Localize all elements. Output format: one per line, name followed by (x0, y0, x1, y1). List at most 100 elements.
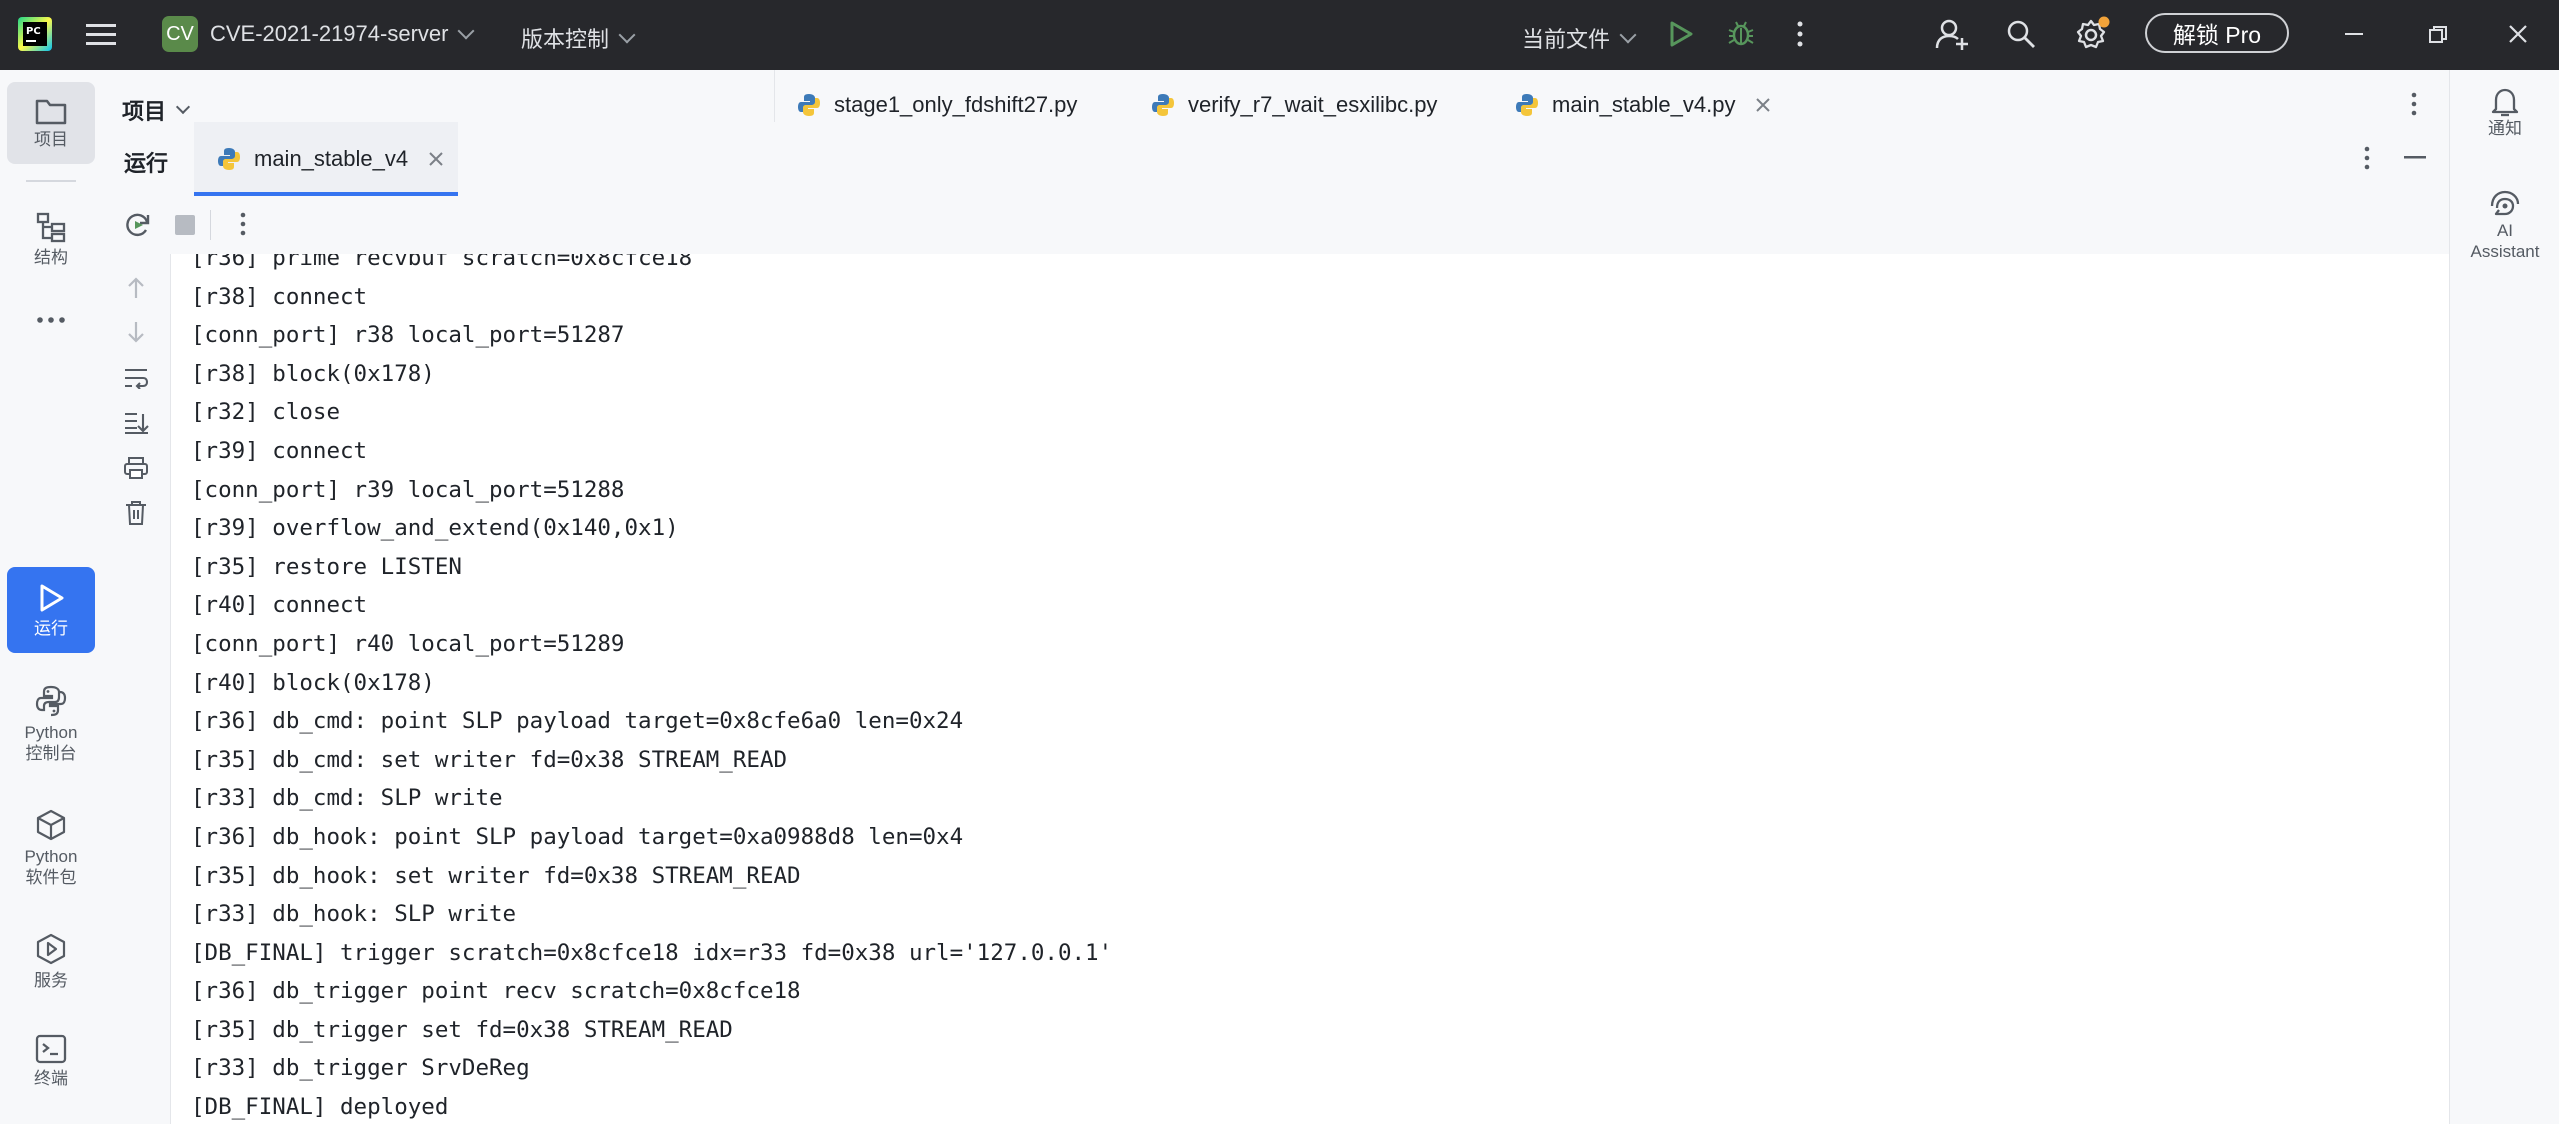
console-side-toolbar (102, 254, 171, 1124)
more-vertical-icon[interactable] (2411, 92, 2417, 116)
scroll-to-end-icon[interactable] (122, 409, 150, 437)
console-line: [r39] connect (191, 437, 368, 464)
console-line: [r36] db_cmd: point SLP payload target=0… (191, 708, 964, 735)
hide-panel-icon[interactable] (2404, 156, 2426, 160)
soft-wrap-icon[interactable] (122, 364, 150, 392)
console-line: [r36] db_hook: point SLP payload target=… (191, 823, 964, 850)
folder-icon (35, 99, 67, 124)
arrow-up-icon[interactable] (122, 274, 150, 302)
tool-label: 项目 (34, 129, 68, 149)
python-file-icon (1152, 94, 1174, 116)
console-line: [DB_FINAL] trigger scratch=0x8cfce18 idx… (191, 939, 1113, 966)
editor-tab[interactable]: verify_r7_wait_esxilibc.py (1150, 92, 1437, 118)
tool-label-line1: Python (24, 847, 78, 866)
run-tab-label: main_stable_v4 (254, 146, 409, 171)
more-vertical-icon[interactable] (240, 212, 246, 236)
close-tab-icon[interactable] (1755, 97, 1771, 113)
more-vertical-icon[interactable] (1796, 20, 1804, 48)
settings-icon[interactable] (2074, 16, 2110, 52)
console-line: [r36] db_trigger point recv scratch=0x8c… (191, 978, 801, 1005)
project-badge: CV (162, 16, 198, 52)
services-icon (36, 933, 66, 964)
project-switcher[interactable]: CV CVE-2021-21974-server (162, 16, 475, 52)
ai-assistant-button[interactable]: AI Assistant (2450, 188, 2559, 262)
editor-tab-bar: 项目 stage1_only_fdshift27.py verify_r7_wa… (102, 70, 2449, 124)
right-tool-strip: 通知 AI Assistant (2449, 70, 2559, 1124)
close-tab-icon[interactable] (428, 151, 444, 167)
more-horizontal-icon (37, 317, 65, 323)
print-icon[interactable] (122, 454, 150, 482)
run-tab-main-stable-v4[interactable]: main_stable_v4 (194, 122, 458, 196)
bell-icon (2491, 88, 2519, 117)
chevron-down-icon (618, 26, 636, 44)
python-packages-icon (36, 809, 66, 841)
ai-label-line2: Assistant (2470, 242, 2540, 261)
run-config-selector[interactable]: 当前文件 (1522, 22, 1637, 54)
search-icon[interactable] (2006, 19, 2036, 49)
pycharm-logo-icon[interactable]: PC (18, 17, 52, 51)
tool-label-line2: 软件包 (25, 868, 77, 887)
console-line: [r39] overflow_and_extend(0x140,0x1) (191, 515, 679, 542)
run-toolbar (102, 196, 2449, 255)
toolbar-divider (26, 180, 76, 182)
python-console-icon (35, 685, 67, 717)
tool-run-button[interactable]: 运行 (7, 567, 95, 653)
python-run-icon (218, 148, 240, 170)
console-line: [conn_port] r38 local_port=51287 (191, 322, 625, 349)
editor-tab-label: verify_r7_wait_esxilibc.py (1188, 92, 1438, 117)
tool-terminal-button[interactable]: 终端 (7, 1020, 95, 1102)
title-bar: PC CV CVE-2021-21974-server 版本控制 当前文件 解锁… (0, 0, 2559, 70)
unlock-pro-button[interactable]: 解锁 Pro (2145, 13, 2289, 53)
close-icon[interactable] (2508, 24, 2528, 44)
panel-divider (774, 70, 775, 122)
left-tool-strip: 项目 结构 运行 Python 控制台 Python 软件包 服务 终端 (0, 70, 103, 1124)
console-line: [r35] db_cmd: set writer fd=0x38 STREAM_… (191, 746, 788, 773)
tool-structure-button[interactable]: 结构 (7, 198, 95, 280)
console-lines: [r36] prime recvbuf scratch=0x8cfce18 [r3… (191, 254, 1112, 1124)
restore-icon[interactable] (2428, 25, 2448, 45)
minimize-icon[interactable] (2345, 33, 2363, 37)
debug-icon[interactable] (1726, 18, 1756, 48)
console-line: [r33] db_cmd: SLP write (191, 785, 503, 812)
rerun-icon[interactable] (124, 211, 152, 239)
tool-python-console-button[interactable]: Python 控制台 (7, 674, 95, 774)
svg-text:PC: PC (26, 26, 41, 37)
console-line: [r40] connect (191, 592, 368, 619)
console-output[interactable]: [r36] prime recvbuf scratch=0x8cfce18 [r3… (171, 254, 2449, 1124)
editor-tab-label: stage1_only_fdshift27.py (834, 92, 1078, 117)
console-line: [conn_port] r39 local_port=51288 (191, 476, 625, 503)
notifications-button[interactable]: 通知 (2450, 86, 2559, 139)
console-line: [r40] block(0x178) (191, 669, 435, 696)
tool-label: 服务 (34, 970, 68, 990)
tool-python-packages-button[interactable]: Python 软件包 (7, 796, 95, 900)
editor-tab-active[interactable]: main_stable_v4.py (1514, 92, 1771, 118)
vcs-label: 版本控制 (521, 27, 610, 52)
chevron-down-icon (175, 99, 191, 115)
tool-more-button[interactable] (7, 300, 95, 344)
console-line: [DB_FINAL] deployed (191, 1094, 449, 1121)
run-window-title: 运行 (124, 151, 169, 176)
console-line: [r33] db_hook: SLP write (191, 901, 517, 928)
add-user-icon[interactable] (1935, 18, 1969, 50)
tool-services-button[interactable]: 服务 (7, 920, 95, 1002)
run-icon[interactable] (1668, 20, 1694, 48)
python-file-icon (798, 94, 820, 116)
stop-icon[interactable] (174, 214, 196, 236)
editor-tab[interactable]: stage1_only_fdshift27.py (796, 92, 1077, 118)
terminal-icon (35, 1034, 67, 1063)
trash-icon[interactable] (122, 499, 150, 527)
more-vertical-icon[interactable] (2364, 146, 2370, 170)
console-line: [r35] db_hook: set writer fd=0x38 STREAM… (191, 862, 801, 889)
console-line: [r32] close (191, 399, 341, 426)
tool-label: 终端 (34, 1068, 68, 1088)
console-line: [r35] db_trigger set fd=0x38 STREAM_READ (191, 1016, 733, 1043)
arrow-down-icon[interactable] (122, 318, 150, 346)
vcs-menu[interactable]: 版本控制 (521, 22, 636, 54)
run-icon (40, 584, 64, 611)
console-line: [r35] restore LISTEN (191, 553, 462, 580)
console-line: [conn_port] r40 local_port=51289 (191, 630, 625, 657)
tool-project-button[interactable]: 项目 (7, 82, 95, 164)
run-config-label: 当前文件 (1522, 27, 1611, 52)
hamburger-menu-icon[interactable] (86, 22, 116, 48)
python-file-icon (1516, 94, 1538, 116)
